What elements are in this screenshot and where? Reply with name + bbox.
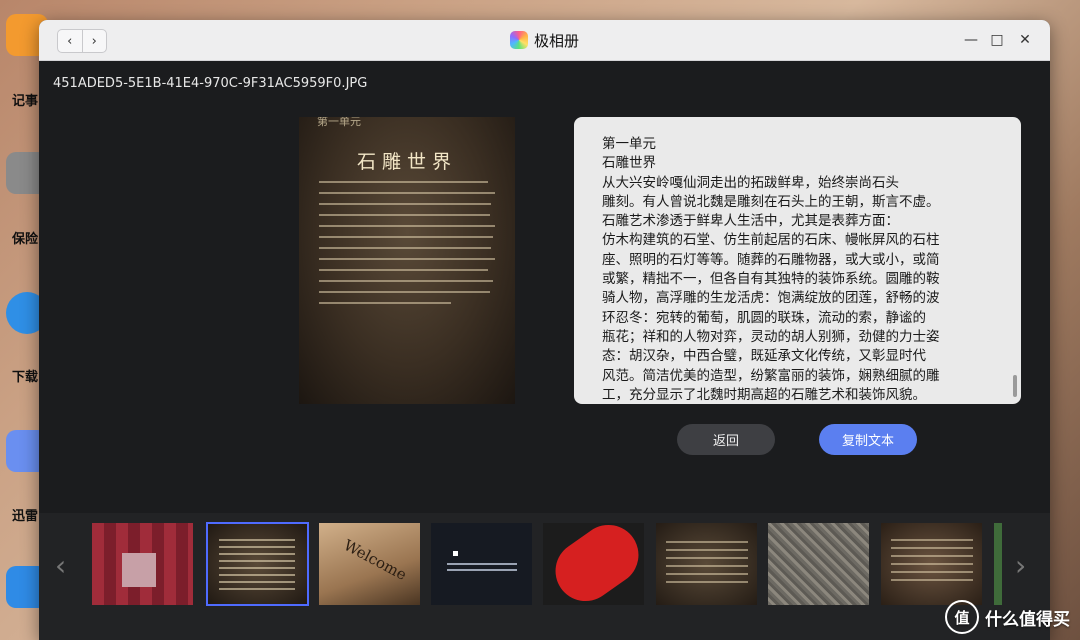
- next-arrow-icon[interactable]: ›: [1015, 549, 1026, 582]
- app-logo-icon: [509, 31, 528, 49]
- maximize-button[interactable]: □: [987, 30, 1007, 50]
- download-label: 下载: [12, 370, 39, 385]
- notes-label: 记事: [12, 94, 39, 109]
- thumbnail[interactable]: [994, 523, 1002, 605]
- title-bar: ‹ › 极相册 — □ ✕: [39, 20, 1050, 61]
- photo-title-text: 石雕世界: [356, 151, 457, 173]
- safe-label: 保险: [12, 232, 39, 247]
- thumbnail-strip: ‹ Welcome ›: [39, 513, 1050, 640]
- minimize-button[interactable]: —: [961, 30, 981, 50]
- thumbnail[interactable]: [768, 523, 869, 605]
- prev-arrow-icon[interactable]: ‹: [55, 549, 66, 582]
- app-title-group: 极相册: [39, 20, 1050, 60]
- photo-viewer-window: ‹ › 极相册 — □ ✕ 451ADED5-5E1B-41E4-970C-9F…: [39, 20, 1050, 640]
- thumbnail[interactable]: Welcome: [319, 523, 420, 605]
- thumbnail[interactable]: [543, 523, 644, 605]
- thumbnail[interactable]: [656, 523, 757, 605]
- thumbnail[interactable]: [92, 523, 193, 605]
- close-button[interactable]: ✕: [1015, 30, 1035, 50]
- back-button[interactable]: 返回: [677, 424, 775, 455]
- file-name: 451ADED5-5E1B-41E4-970C-9F31AC5959F0.JPG: [53, 76, 368, 91]
- thumbnail-selected[interactable]: [206, 522, 309, 606]
- watermark-logo-icon: 值: [945, 600, 979, 634]
- ocr-text-panel[interactable]: 第一单元 石雕世界 从大兴安岭嘎仙洞走出的拓跋鲜卑，始终崇尚石头 雕刻。有人曾说…: [574, 117, 1021, 404]
- ocr-text[interactable]: 第一单元 石雕世界 从大兴安岭嘎仙洞走出的拓跋鲜卑，始终崇尚石头 雕刻。有人曾说…: [602, 135, 994, 404]
- app-title: 极相册: [533, 31, 579, 50]
- photo-body-lines: [319, 181, 495, 313]
- watermark-text: 什么值得买: [985, 609, 1070, 630]
- thumbnail[interactable]: [881, 523, 982, 605]
- photo-preview: 第一单元 石雕世界: [299, 117, 515, 404]
- thumbnail[interactable]: [431, 523, 532, 605]
- watermark: 值 什么值得买: [945, 600, 1070, 634]
- text-scrollbar[interactable]: [1013, 375, 1017, 397]
- copy-text-button[interactable]: 复制文本: [819, 424, 917, 455]
- thunder-label: 迅雷: [12, 509, 39, 524]
- welcome-thumb-text: Welcome: [340, 535, 410, 585]
- photo-header-text: 第一单元: [317, 117, 361, 128]
